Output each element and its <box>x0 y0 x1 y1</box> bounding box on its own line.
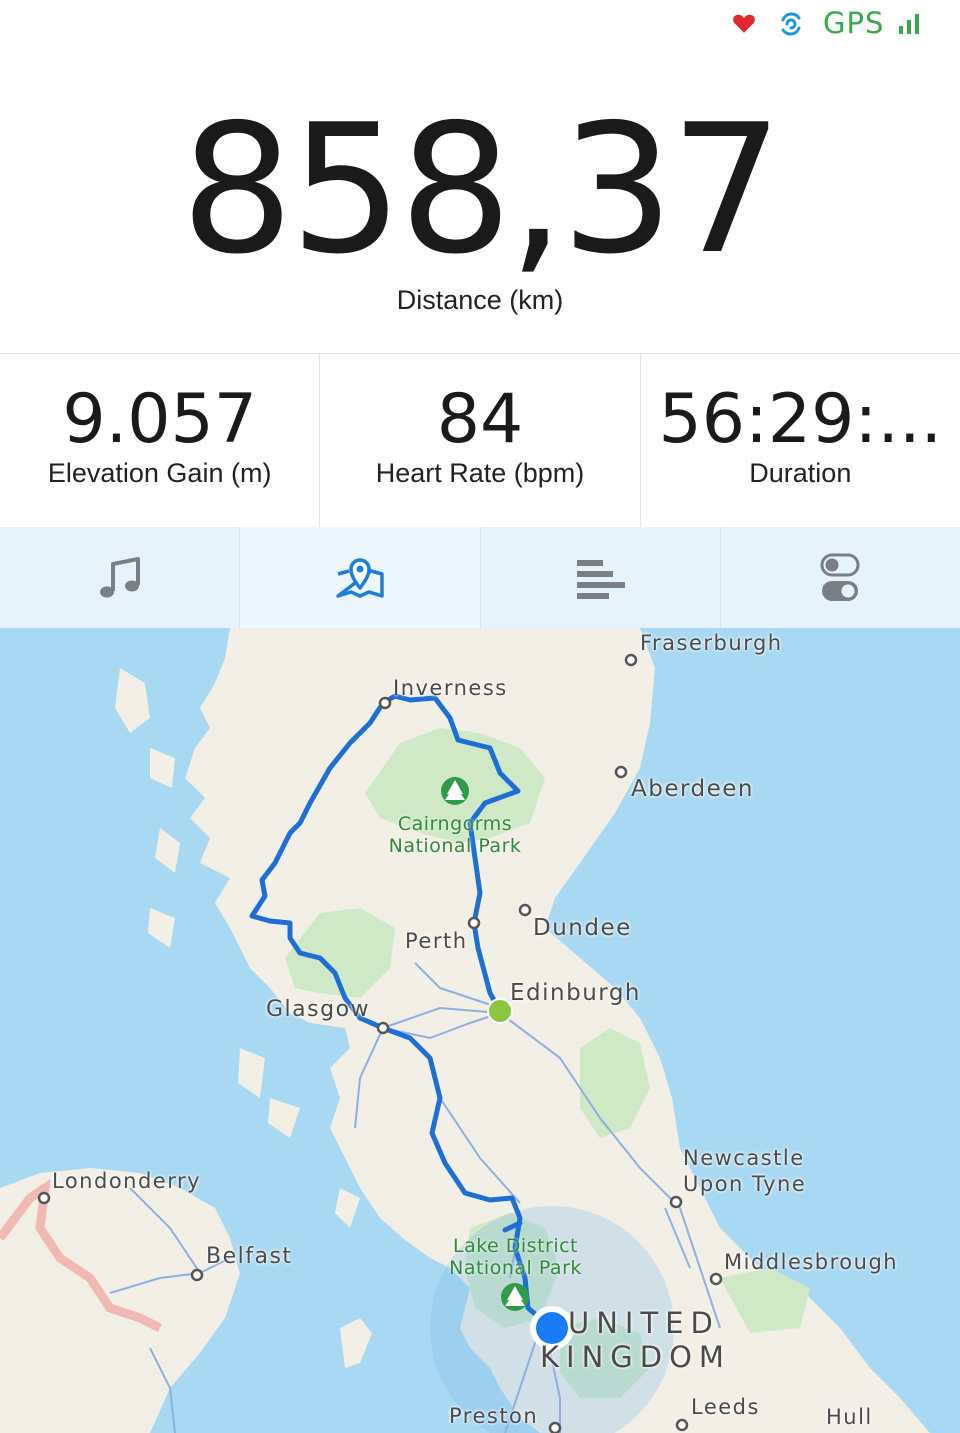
music-note-icon <box>99 556 140 597</box>
tab-map[interactable] <box>240 527 481 628</box>
stat-label: Duration <box>749 458 852 488</box>
park-tree-icon <box>441 777 469 805</box>
place-newcastle-line1: Newcastle <box>683 1146 805 1170</box>
bar-stats-icon <box>577 559 626 599</box>
place-newcastle-line2: Upon Tyne <box>683 1172 807 1196</box>
stat-label: Heart Rate (bpm) <box>375 458 585 488</box>
distance-value: 858,37 <box>180 86 784 293</box>
place-edinburgh: Edinburgh <box>510 980 642 1006</box>
place-glasgow: Glasgow <box>266 997 371 1022</box>
place-dundee: Dundee <box>533 915 632 941</box>
heart-icon <box>733 14 755 33</box>
stat-label: Elevation Gain (m) <box>47 458 272 488</box>
stat-value: 84 <box>436 380 524 459</box>
map-canvas <box>0 628 960 1433</box>
view-tab-bar <box>0 527 960 628</box>
place-londonderry: Londonderry <box>52 1169 202 1193</box>
place-preston: Preston <box>449 1404 539 1428</box>
park-label-line: National Park <box>449 1257 582 1279</box>
stat-value: 56:29:... <box>658 380 943 459</box>
distance-panel: 858,37 Distance (km) <box>0 86 960 316</box>
park-tree-icon <box>501 1283 529 1311</box>
place-belfast: Belfast <box>206 1244 293 1269</box>
stat-heart-rate: 84 Heart Rate (bpm) <box>320 354 641 527</box>
distance-label: Distance (km) <box>396 285 564 315</box>
place-leeds: Leeds <box>691 1395 760 1419</box>
place-perth: Perth <box>405 929 468 953</box>
place-inverness: Inverness <box>393 676 508 700</box>
map-pin-icon <box>336 557 384 598</box>
route-start-dot <box>487 998 513 1024</box>
park-label-cairngorms: Cairngorms National Park <box>380 813 530 857</box>
sync-icon <box>781 12 801 36</box>
place-aberdeen: Aberdeen <box>631 776 755 802</box>
place-fraserburgh: Fraserburgh <box>640 631 783 655</box>
stat-value: 9.057 <box>62 380 257 459</box>
tab-music[interactable] <box>0 527 241 628</box>
country-label-line2: KINGDOM <box>540 1340 731 1374</box>
park-label-line: National Park <box>388 835 522 857</box>
toggle-settings-icon <box>820 553 860 601</box>
tab-settings[interactable] <box>721 527 960 628</box>
gps-label: GPS <box>823 6 885 40</box>
tab-splits[interactable] <box>481 527 721 628</box>
park-label-line: Lake District <box>452 1235 579 1257</box>
place-middlesbrough: Middlesbrough <box>724 1250 899 1274</box>
place-hull: Hull <box>826 1405 873 1429</box>
park-label-line: Cairngorms <box>397 813 513 835</box>
route-map[interactable]: Fraserburgh Inverness Aberdeen Dundee Pe… <box>0 628 960 1433</box>
stat-elevation: 9.057 Elevation Gain (m) <box>0 354 321 527</box>
country-label-line1: UNITED <box>568 1306 720 1340</box>
stats-row: 9.057 Elevation Gain (m) 84 Heart Rate (… <box>0 353 960 528</box>
park-label-lake-district: Lake District National Park <box>438 1235 593 1279</box>
stat-duration: 56:29:... Duration <box>641 354 960 527</box>
status-bar: GPS <box>0 0 960 52</box>
signal-bars-icon <box>899 14 919 34</box>
